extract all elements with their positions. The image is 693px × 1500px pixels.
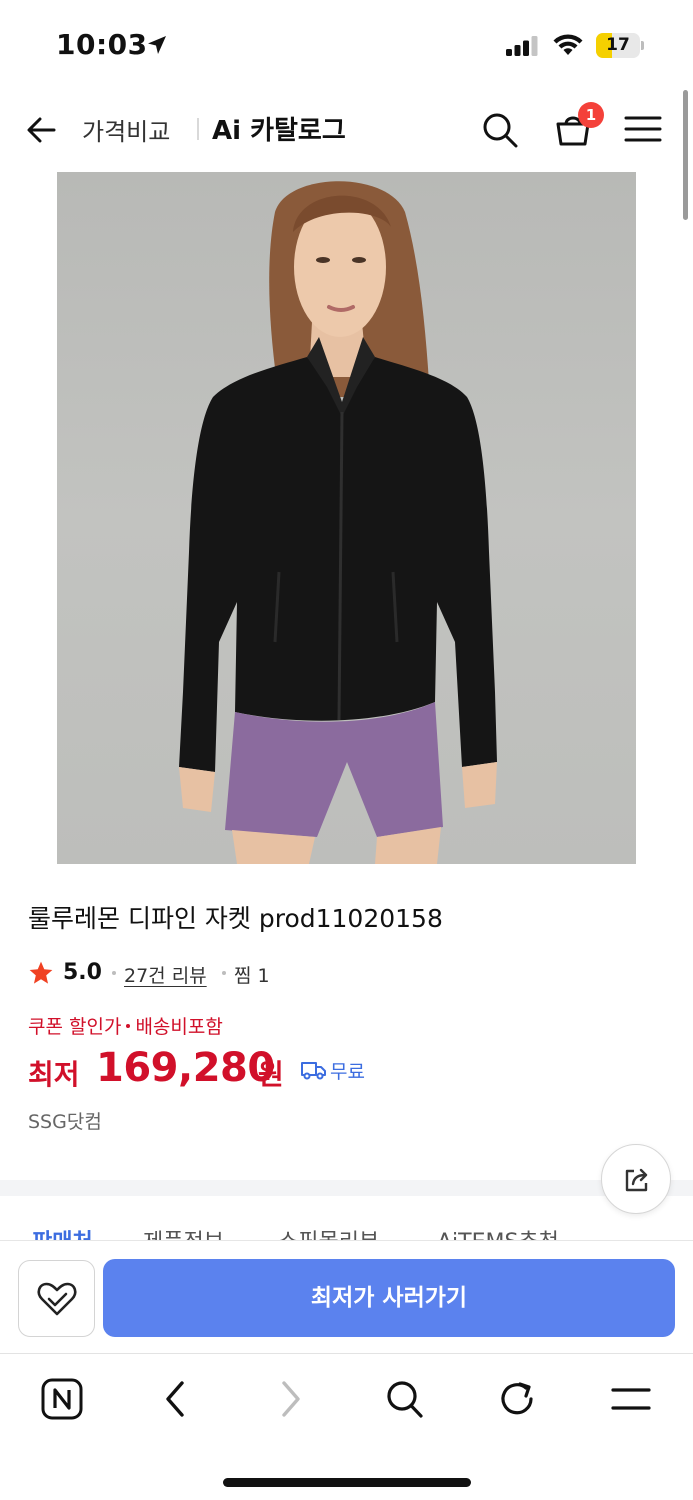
star-icon xyxy=(29,961,53,984)
wish-count: 찜 1 xyxy=(234,965,270,987)
scrollbar[interactable] xyxy=(683,90,688,220)
browser-back-icon[interactable] xyxy=(160,1378,190,1420)
purchase-bar: 최저가 사러가기 xyxy=(0,1240,693,1353)
seller-name: SSG닷컴 xyxy=(28,1111,102,1133)
buy-lowest-price-button[interactable]: 최저가 사러가기 xyxy=(103,1259,675,1337)
delivery-truck-icon xyxy=(301,1062,326,1080)
price-compare-link[interactable]: 가격비교 xyxy=(82,112,170,147)
page-title: Ai 카탈로그 xyxy=(212,116,346,146)
battery-level: 17 xyxy=(606,35,630,55)
coupon-info: 쿠폰 할인가 배송비포함 xyxy=(28,1012,223,1039)
browser-toolbar xyxy=(0,1353,693,1500)
status-time: 10:03 xyxy=(56,28,148,61)
product-image[interactable] xyxy=(57,172,636,864)
browser-forward-icon[interactable] xyxy=(276,1378,306,1420)
browser-search-icon[interactable] xyxy=(384,1378,424,1420)
free-shipping-label: 무료 xyxy=(330,1061,365,1083)
section-divider xyxy=(0,1180,693,1196)
browser-menu-icon[interactable] xyxy=(610,1378,652,1420)
shipping-included-label: 배송비포함 xyxy=(135,1016,223,1038)
price-unit: 원 xyxy=(258,1058,284,1091)
heart-check-icon xyxy=(37,1282,77,1316)
naver-home-icon[interactable] xyxy=(41,1378,83,1420)
status-bar: 10:03 17 xyxy=(0,0,693,90)
price-prefix: 최저 xyxy=(28,1058,80,1091)
refresh-icon[interactable] xyxy=(498,1378,538,1420)
search-icon[interactable] xyxy=(480,110,520,150)
separator-dot xyxy=(112,971,116,975)
wishlist-button[interactable] xyxy=(18,1260,95,1337)
app-header: 가격비교 Ai 카탈로그 1 xyxy=(0,90,693,170)
cart-count-badge: 1 xyxy=(578,102,604,128)
wifi-icon xyxy=(553,34,583,55)
separator-dot xyxy=(222,971,226,975)
coupon-label: 쿠폰 할인가 xyxy=(28,1016,122,1038)
header-divider xyxy=(197,118,199,140)
signal-icon xyxy=(506,36,538,56)
review-count-link[interactable]: 27건 리뷰 xyxy=(124,961,207,988)
product-title: 룰루레몬 디파인 자켓 prod11020158 xyxy=(28,904,443,933)
lowest-price: 169,280 xyxy=(96,1045,275,1091)
location-arrow-icon xyxy=(148,36,166,54)
home-indicator[interactable] xyxy=(223,1478,471,1487)
detail-tabs: 판매처 제품정보 쇼핑몰리뷰 AiTEMS추천 xyxy=(0,1196,693,1242)
rating-value: 5.0 xyxy=(63,960,102,985)
product-photo xyxy=(179,181,497,864)
share-icon xyxy=(625,1168,648,1192)
menu-icon[interactable] xyxy=(624,114,662,144)
back-arrow-icon[interactable] xyxy=(24,112,60,148)
battery-indicator: 17 xyxy=(596,33,644,58)
